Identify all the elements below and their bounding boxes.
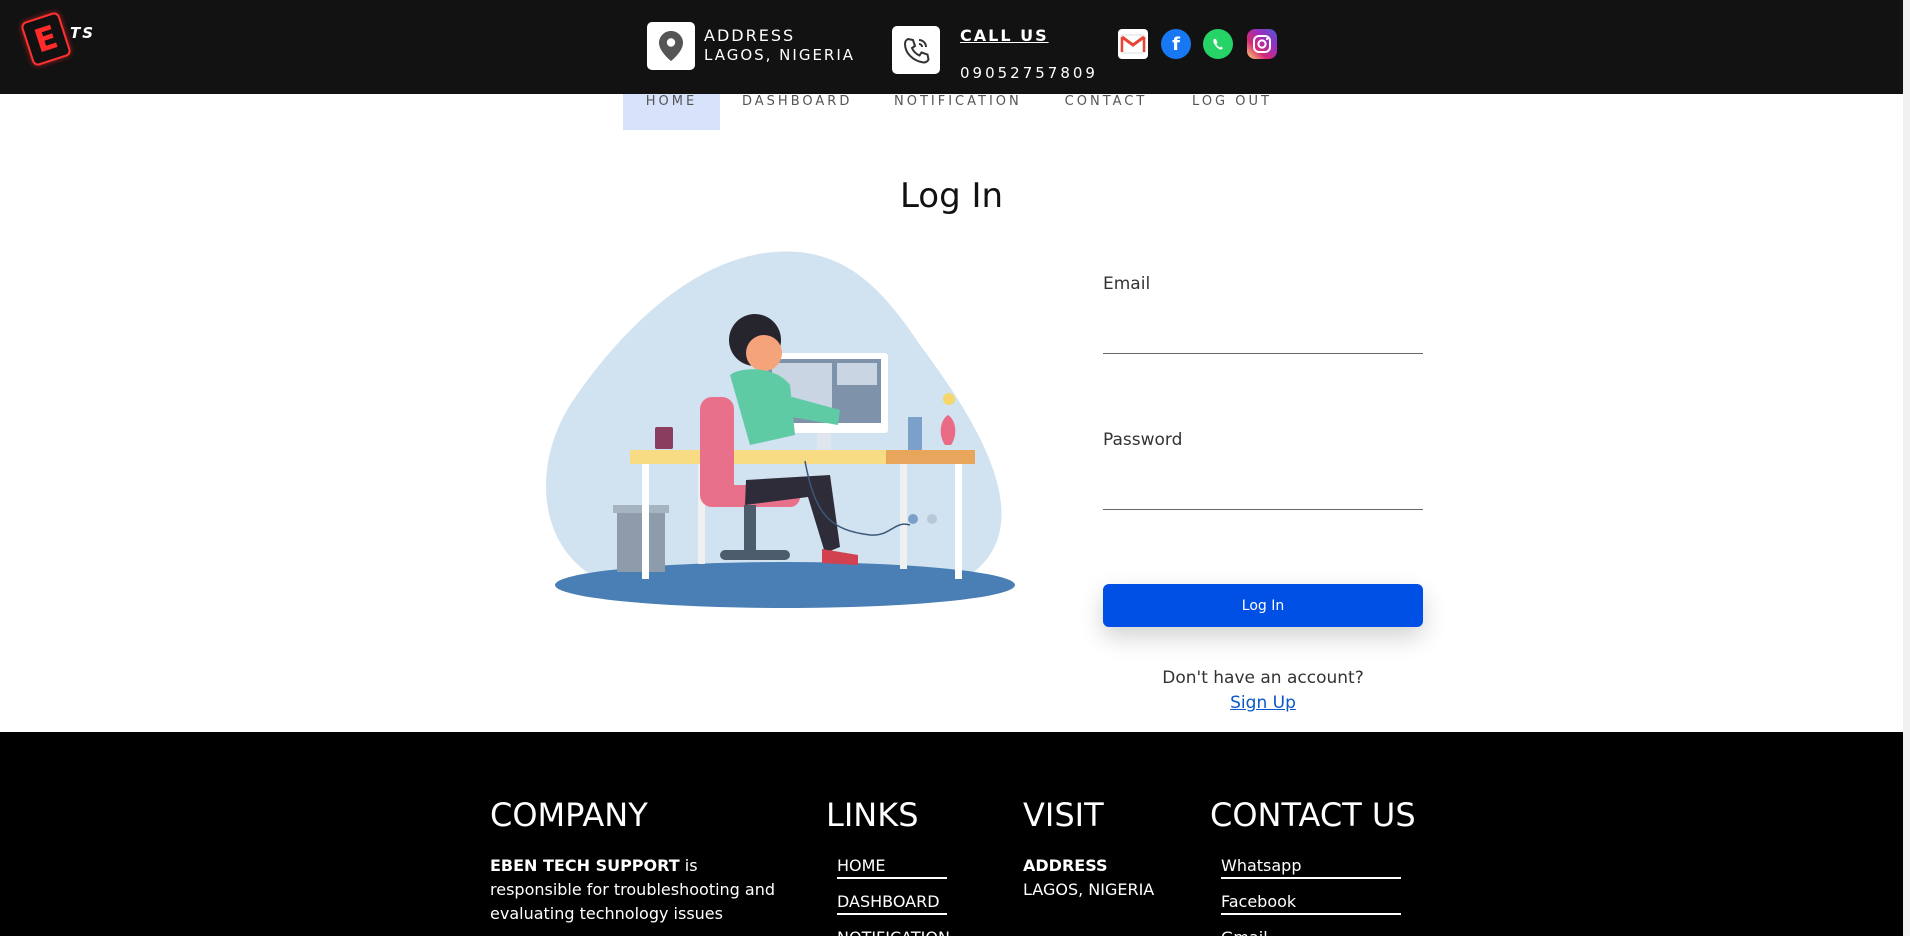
email-label: Email bbox=[1103, 274, 1151, 294]
no-account-text: Don't have an account? bbox=[1162, 668, 1364, 688]
address-value: LAGOS, NIGERIA bbox=[704, 46, 856, 64]
footer-company-heading: COMPANY bbox=[490, 796, 648, 834]
footer-contact-facebook[interactable]: Facebook bbox=[1221, 892, 1401, 915]
footer-company-name: EBEN TECH SUPPORT bbox=[490, 856, 680, 875]
footer-address-title: ADDRESS bbox=[1023, 856, 1108, 875]
page-title: Log In bbox=[899, 176, 1004, 216]
instagram-icon[interactable] bbox=[1247, 29, 1277, 59]
nav-logout[interactable]: LOG OUT bbox=[1192, 94, 1272, 130]
page: E TS ADDRESS LAGOS, NIGERIA CALL US 0905… bbox=[0, 0, 1910, 936]
footer-address-value: LAGOS, NIGERIA bbox=[1023, 880, 1155, 899]
footer-visit-heading: VISIT bbox=[1023, 796, 1104, 834]
phone-icon bbox=[892, 26, 940, 74]
phone-number: 09052757809 bbox=[960, 64, 1098, 82]
facebook-icon[interactable]: f bbox=[1161, 29, 1191, 59]
location-icon bbox=[647, 22, 695, 70]
page-scrollbar[interactable] bbox=[1903, 0, 1910, 936]
nav-dashboard[interactable]: DASHBOARD bbox=[742, 94, 850, 130]
footer-link-home[interactable]: HOME bbox=[837, 856, 947, 879]
footer-links-heading: LINKS bbox=[826, 796, 919, 834]
nav-contact[interactable]: CONTACT bbox=[1064, 94, 1148, 130]
password-field[interactable] bbox=[1103, 476, 1423, 510]
call-us-link[interactable]: CALL US bbox=[960, 26, 1049, 45]
whatsapp-icon[interactable] bbox=[1203, 29, 1233, 59]
workspace-illustration bbox=[546, 251, 1015, 608]
nav-home[interactable]: HOME bbox=[623, 94, 720, 130]
gmail-icon[interactable] bbox=[1118, 29, 1148, 59]
footer-contact-gmail[interactable]: Gmail bbox=[1221, 928, 1401, 936]
logo-suffix: TS bbox=[70, 24, 96, 42]
footer-contact-whatsapp[interactable]: Whatsapp bbox=[1221, 856, 1401, 879]
nav-notification[interactable]: NOTIFICATION bbox=[894, 94, 1020, 130]
address-title: ADDRESS bbox=[704, 26, 796, 45]
footer-link-notification[interactable]: NOTIFICATION bbox=[837, 928, 950, 936]
footer: COMPANY EBEN TECH SUPPORT is responsible… bbox=[0, 732, 1903, 936]
footer-company-text: EBEN TECH SUPPORT is responsible for tro… bbox=[490, 854, 780, 926]
email-field[interactable] bbox=[1103, 320, 1423, 354]
logo[interactable]: E TS bbox=[19, 10, 102, 70]
password-label: Password bbox=[1103, 430, 1183, 450]
footer-link-dashboard[interactable]: DASHBOARD bbox=[837, 892, 947, 915]
signup-link[interactable]: Sign Up bbox=[1103, 693, 1423, 713]
top-bar: E TS ADDRESS LAGOS, NIGERIA CALL US 0905… bbox=[0, 0, 1903, 94]
footer-contact-heading: CONTACT US bbox=[1210, 796, 1416, 834]
logo-letter: E bbox=[19, 10, 73, 68]
login-button[interactable]: Log In bbox=[1103, 584, 1423, 627]
